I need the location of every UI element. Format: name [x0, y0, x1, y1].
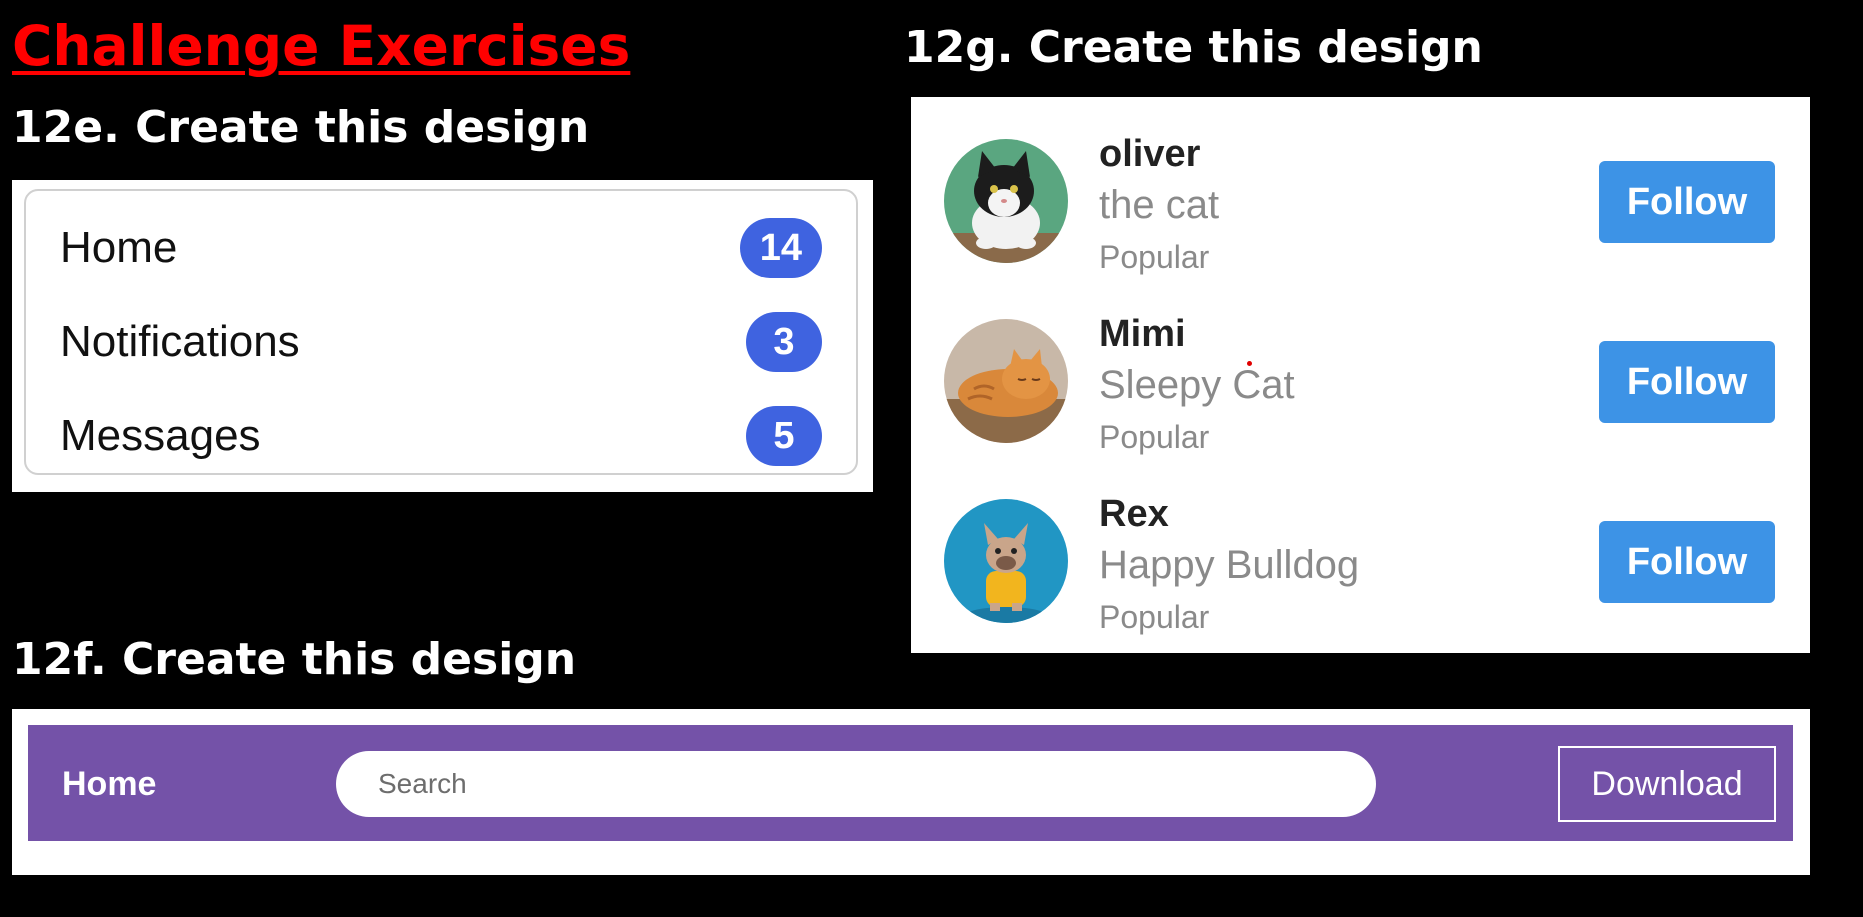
bulldog-photo-icon [944, 499, 1068, 623]
avatar [944, 319, 1068, 443]
tuxedo-cat-photo-icon [944, 139, 1068, 263]
exercise-f-heading: 12f. Create this design [12, 634, 577, 685]
navbar: Home Download [28, 725, 1793, 841]
follow-button[interactable]: Follow [1599, 341, 1775, 423]
follow-button[interactable]: Follow [1599, 521, 1775, 603]
profile-description: the cat [1099, 183, 1220, 227]
follow-button[interactable]: Follow [1599, 161, 1775, 243]
sidebar-menu: Home 14 Notifications 3 Messages 5 [24, 189, 858, 475]
profile-tag: Popular [1099, 599, 1210, 635]
profile-card: Rex Happy Bulldog Popular Follow [911, 457, 1810, 635]
sidebar-item-notifications[interactable]: Notifications 3 [26, 295, 856, 389]
count-badge: 5 [746, 406, 822, 466]
profile-tag: Popular [1099, 419, 1210, 455]
profile-tag: Popular [1099, 239, 1210, 275]
sidebar-item-label: Notifications [60, 317, 300, 366]
page-title: Challenge Exercises [12, 14, 631, 78]
exercise-f-panel: Home Download [12, 709, 1810, 875]
profile-card: oliver the cat Popular Follow [911, 97, 1810, 275]
profile-description: Sleepy Cat [1099, 363, 1295, 407]
sidebar-item-home[interactable]: Home 14 [26, 201, 856, 295]
profile-name: Rex [1099, 493, 1169, 535]
exercise-e-heading: 12e. Create this design [12, 102, 590, 153]
orange-cat-photo-icon [944, 319, 1068, 443]
profile-name: Mimi [1099, 313, 1186, 355]
sidebar-item-label: Messages [60, 411, 261, 460]
cursor-dot [1247, 361, 1252, 366]
search-input[interactable] [336, 751, 1376, 817]
count-badge: 14 [739, 218, 822, 278]
download-button[interactable]: Download [1558, 746, 1776, 822]
sidebar-item-label: Home [60, 223, 178, 272]
avatar [944, 139, 1068, 263]
profile-name: oliver [1099, 133, 1201, 175]
sidebar-item-messages[interactable]: Messages 5 [26, 389, 856, 483]
exercise-g-panel: oliver the cat Popular Follow Mimi Sleep… [911, 97, 1810, 653]
exercise-g-heading: 12g. Create this design [904, 22, 1483, 73]
profile-description: Happy Bulldog [1099, 543, 1360, 587]
exercise-e-panel: Home 14 Notifications 3 Messages 5 [12, 180, 873, 492]
profile-card: Mimi Sleepy Cat Popular Follow [911, 277, 1810, 455]
nav-home-link[interactable]: Home [62, 765, 156, 804]
count-badge: 3 [746, 312, 822, 372]
avatar [944, 499, 1068, 623]
